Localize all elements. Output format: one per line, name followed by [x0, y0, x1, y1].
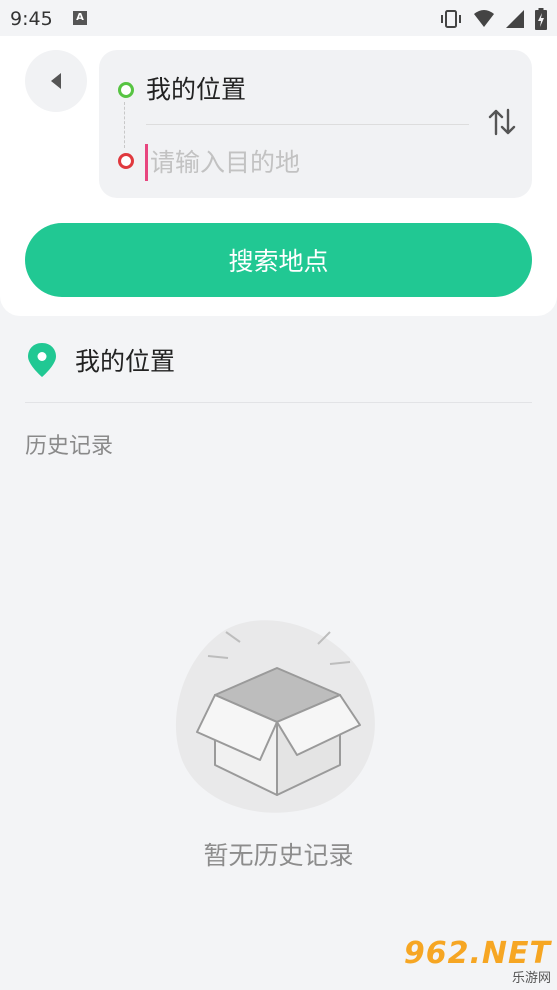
swap-button[interactable]	[480, 100, 524, 144]
status-icons	[439, 8, 547, 30]
route-panel: 我的位置 搜索地点	[0, 36, 557, 316]
swap-icon	[488, 108, 516, 136]
route-connector	[124, 102, 125, 148]
vibrate-icon	[441, 10, 461, 28]
empty-history-text: 暂无历史记录	[203, 841, 354, 870]
status-bar: 9:45 A	[0, 0, 557, 36]
text-caret	[145, 144, 148, 181]
wifi-icon	[474, 10, 494, 27]
route-divider	[146, 124, 469, 125]
destination-input[interactable]	[146, 142, 450, 182]
status-time: 9:45	[10, 8, 53, 30]
empty-box-icon	[175, 620, 375, 813]
location-pin-icon	[28, 343, 56, 377]
watermark-sub: 乐游网	[511, 971, 551, 986]
section-divider	[25, 402, 532, 403]
history-title: 历史记录	[25, 434, 114, 459]
origin-field[interactable]: 我的位置	[146, 70, 246, 106]
back-arrow-icon	[51, 73, 61, 89]
watermark-logo: 962.NET 乐游网	[404, 936, 551, 986]
signal-icon	[506, 10, 524, 28]
watermark-brand: 962.NET	[403, 936, 551, 971]
notification-icon: A	[73, 11, 87, 25]
origin-dot	[118, 82, 134, 98]
my-location-label: 我的位置	[75, 347, 176, 376]
battery-icon	[535, 8, 547, 30]
my-location-item[interactable]: 我的位置	[25, 330, 532, 390]
back-button[interactable]	[25, 50, 87, 112]
route-box: 我的位置	[99, 50, 532, 198]
search-place-button[interactable]: 搜索地点	[25, 223, 532, 297]
destination-dot	[118, 153, 134, 169]
